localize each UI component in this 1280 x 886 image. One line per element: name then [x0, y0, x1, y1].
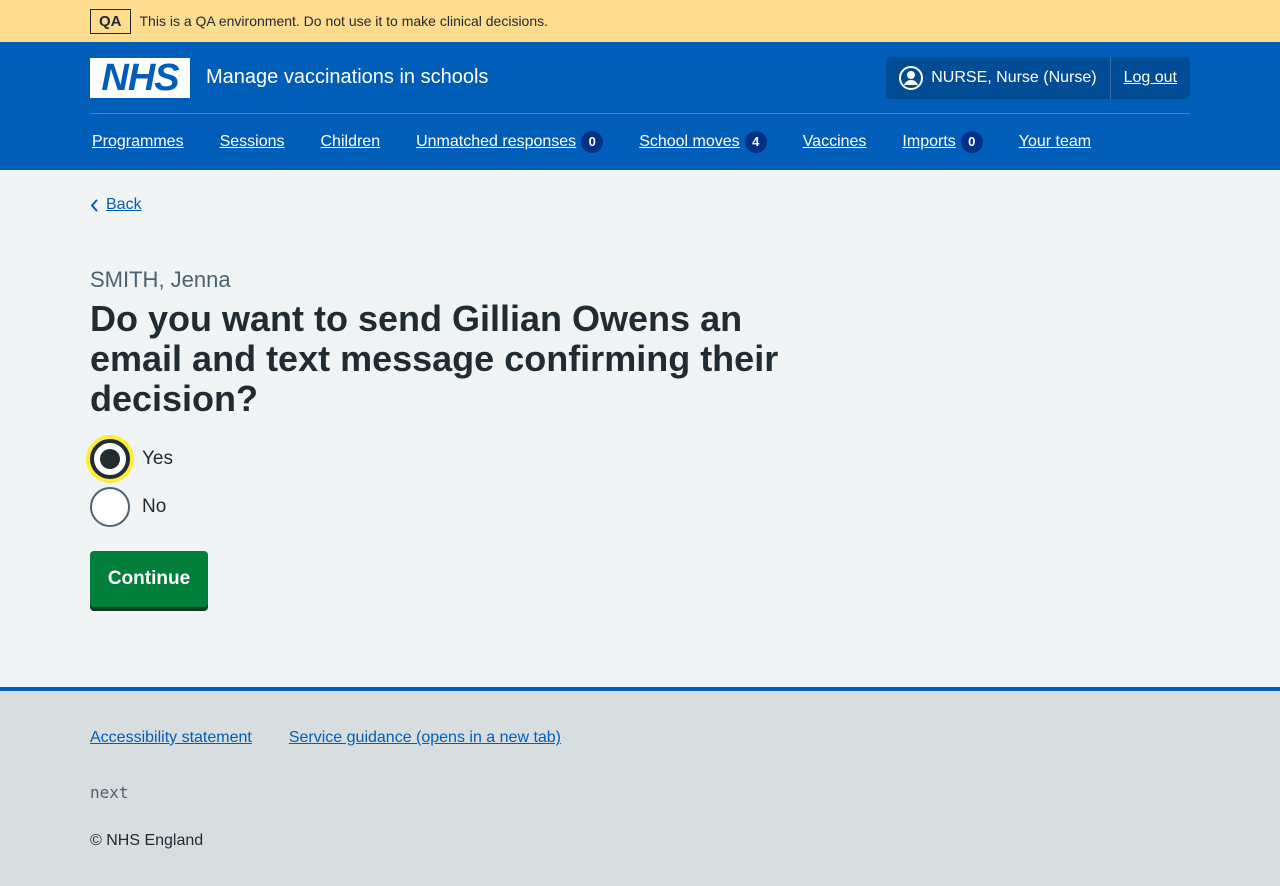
nav-item-label: Sessions — [219, 132, 285, 150]
child-name-caption: SMITH, Jenna — [90, 266, 231, 292]
radio-button-no[interactable] — [90, 486, 130, 527]
footer-links: Accessibility statement Service guidance… — [90, 691, 1190, 747]
chevron-left-icon — [91, 199, 98, 211]
account-user: NURSE, Nurse (Nurse) — [886, 56, 1111, 99]
nav-item-label: Vaccines — [802, 132, 867, 150]
count-badge: 4 — [744, 130, 767, 153]
radio-label-yes: Yes — [142, 447, 173, 469]
main-content: Back SMITH, Jenna Do you want to send Gi… — [0, 170, 1280, 688]
user-icon — [899, 65, 924, 90]
nav-item-vaccines[interactable]: Vaccines — [803, 133, 867, 151]
radio-button-yes[interactable] — [90, 438, 130, 479]
nav-item-label: Children — [320, 132, 381, 150]
continue-button[interactable]: Continue — [90, 550, 208, 607]
account-menu: NURSE, Nurse (Nurse) Log out — [886, 56, 1190, 99]
nav-item-label: Imports — [902, 132, 956, 150]
radio-option-no[interactable]: No — [90, 483, 1190, 531]
radio-selected-dot — [100, 448, 120, 469]
nav-item-school-moves[interactable]: School moves 4 — [639, 130, 767, 153]
nav-item-sessions[interactable]: Sessions — [220, 133, 285, 151]
user-name: NURSE, Nurse (Nurse) — [931, 68, 1097, 86]
qa-tag: QA — [90, 8, 131, 34]
count-badge: 0 — [960, 130, 983, 153]
site-footer: Accessibility statement Service guidance… — [0, 687, 1280, 886]
brand-link[interactable]: NHS Manage vaccinations in schools — [90, 56, 489, 99]
header-top: NHS Manage vaccinations in schools NURSE… — [90, 42, 1190, 114]
logout-link[interactable]: Log out — [1111, 57, 1190, 99]
back-link[interactable]: Back — [90, 196, 142, 214]
count-badge: 0 — [581, 130, 604, 153]
nav-item-children[interactable]: Children — [321, 133, 381, 151]
page-title: Do you want to send Gillian Owens an ema… — [90, 297, 779, 419]
service-name: Manage vaccinations in schools — [206, 66, 489, 88]
primary-nav: Programmes Sessions Children Unmatched r… — [90, 114, 1190, 169]
radio-option-yes[interactable]: Yes — [90, 435, 1190, 483]
qa-banner: QA This is a QA environment. Do not use … — [0, 0, 1280, 42]
nhs-logo-text: NHS — [101, 56, 179, 99]
radio-label-no: No — [142, 495, 167, 517]
nav-item-label: School moves — [639, 132, 740, 150]
nav-item-unmatched-responses[interactable]: Unmatched responses 0 — [416, 130, 604, 153]
nav-item-label: Programmes — [92, 132, 184, 150]
nav-item-label: Unmatched responses — [416, 132, 577, 150]
service-guidance-link[interactable]: Service guidance (opens in a new tab) — [289, 729, 561, 747]
back-link-label: Back — [106, 196, 142, 213]
copyright: © NHS England — [90, 832, 204, 849]
qa-message: This is a QA environment. Do not use it … — [139, 13, 549, 29]
version-label: next — [90, 783, 129, 802]
nav-item-label: Your team — [1018, 132, 1092, 150]
nav-item-imports[interactable]: Imports 0 — [902, 130, 983, 153]
nav-item-programmes[interactable]: Programmes — [92, 133, 184, 151]
radio-group: Yes No — [90, 435, 1190, 531]
nav-item-your-team[interactable]: Your team — [1019, 133, 1091, 151]
nhs-logo: NHS — [90, 56, 190, 99]
accessibility-statement-link[interactable]: Accessibility statement — [90, 729, 252, 747]
site-header: NHS Manage vaccinations in schools NURSE… — [0, 42, 1280, 170]
